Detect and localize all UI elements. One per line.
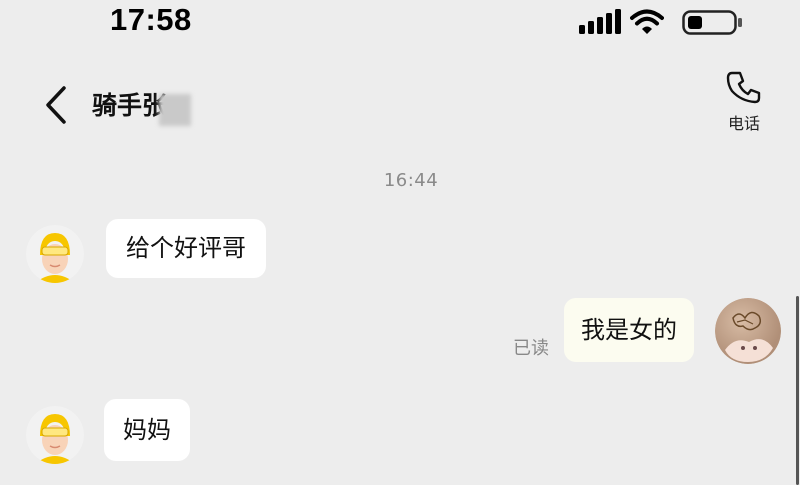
chat-header: 骑手张 电话 [0, 60, 800, 150]
message-bubble-outgoing[interactable]: 我是女的 [564, 298, 694, 362]
read-receipt: 已读 [513, 338, 549, 359]
chat-title: 骑手张 [92, 91, 168, 120]
redaction-mask [159, 94, 191, 126]
battery-icon [682, 10, 742, 35]
message-timestamp: 16:44 [383, 170, 439, 191]
user-avatar[interactable] [715, 298, 781, 364]
wifi-icon [630, 9, 664, 34]
status-time: 17:58 [110, 2, 192, 37]
rider-avatar[interactable] [26, 225, 84, 283]
back-button[interactable] [36, 80, 76, 130]
call-label: 电话 [727, 114, 760, 133]
message-bubble-incoming[interactable]: 给个好评哥 [106, 219, 266, 278]
rider-avatar[interactable] [26, 406, 84, 464]
call-button[interactable]: 电话 [716, 68, 772, 138]
chevron-left-icon [46, 86, 66, 124]
signal-icon [579, 9, 621, 34]
status-bar: 17:58 [0, 0, 800, 46]
phone-icon [726, 71, 761, 104]
message-bubble-incoming[interactable]: 妈妈 [104, 399, 190, 461]
scrollbar[interactable] [796, 296, 799, 485]
